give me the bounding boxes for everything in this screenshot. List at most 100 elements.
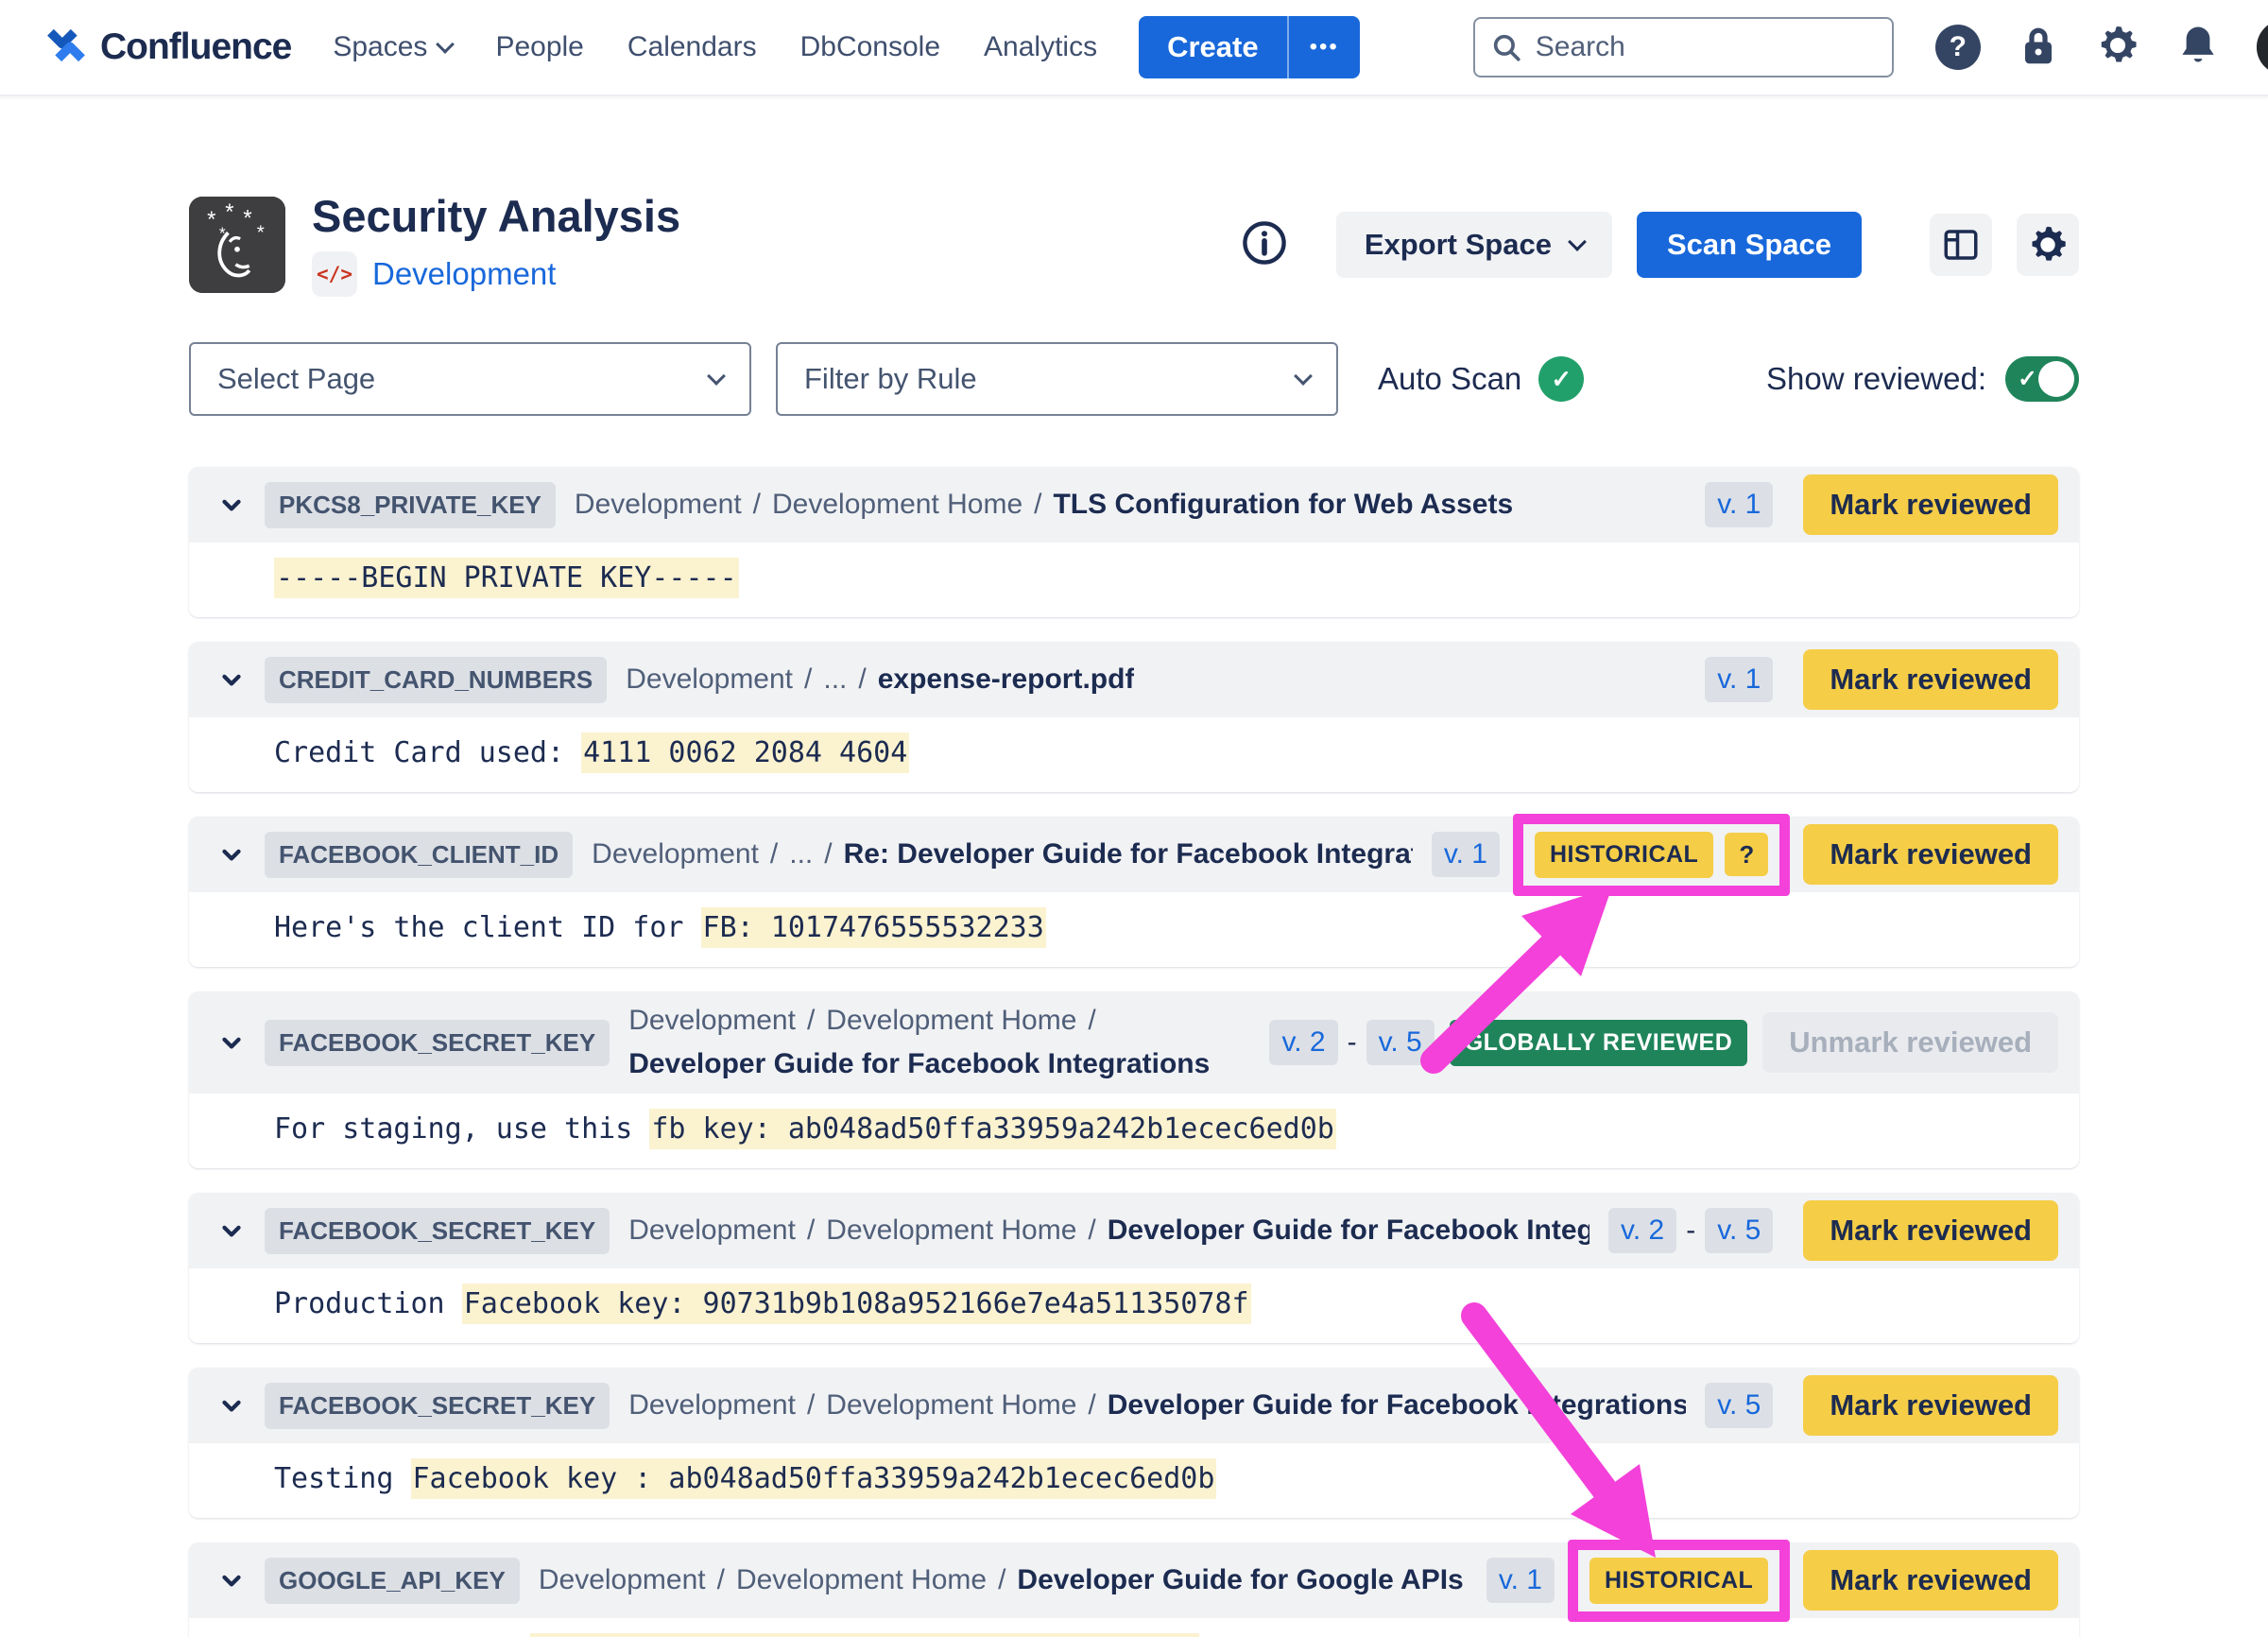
review-button[interactable]: Unmark reviewed — [1762, 1012, 2058, 1073]
lock-icon[interactable] — [2019, 24, 2058, 72]
settings-gear-button[interactable] — [2017, 214, 2079, 276]
breadcrumb-item[interactable]: Development — [592, 838, 759, 870]
finding-snippet: Credit Card used: 4111 0062 2084 4604 — [274, 732, 909, 773]
version-badge[interactable]: v. 5 — [1366, 1020, 1435, 1065]
finding-actions: v. 1 HISTORICAL? Mark reviewed — [1432, 824, 2058, 885]
rule-badge: FACEBOOK_SECRET_KEY — [265, 1208, 610, 1254]
confluence-brand[interactable]: Confluence — [45, 25, 291, 71]
rule-badge: CREDIT_CARD_NUMBERS — [265, 657, 607, 703]
version-badge[interactable]: v. 1 — [1705, 657, 1773, 702]
version-badge[interactable]: v. 1 — [1486, 1558, 1555, 1603]
breadcrumb: Development/.../Re: Developer Guide for … — [592, 833, 1413, 876]
version-badge[interactable]: v. 2 — [1608, 1208, 1676, 1253]
finding-card: FACEBOOK_SECRET_KEY Development/Developm… — [189, 1193, 2079, 1343]
collapse-chevron-icon[interactable] — [217, 1566, 246, 1594]
finding-header: GOOGLE_API_KEY Development / Development H… — [189, 1542, 2079, 1618]
page-title: Security Analysis — [312, 193, 680, 240]
gear-icon[interactable] — [2096, 24, 2139, 72]
breadcrumb-item[interactable]: Development Home — [772, 489, 1022, 520]
breadcrumb-separator: / — [807, 1005, 815, 1036]
breadcrumb: Development/Development Home/TLS Configu… — [575, 483, 1513, 526]
breadcrumb-item[interactable]: Development Home — [826, 1215, 1076, 1246]
breadcrumb-item[interactable]: Development Home — [826, 1389, 1076, 1421]
finding-card: FACEBOOK_CLIENT_ID Development/.../Re: D… — [189, 817, 2079, 967]
breadcrumb-page-title[interactable]: expense-report.pdf — [878, 663, 1135, 695]
breadcrumb-item[interactable]: Development — [628, 1389, 796, 1421]
scan-space-button[interactable]: Scan Space — [1637, 212, 1862, 278]
review-button[interactable]: Mark reviewed — [1803, 824, 2058, 885]
review-button[interactable]: Mark reviewed — [1803, 1200, 2058, 1261]
panel-layout-button[interactable] — [1930, 214, 1992, 276]
version-badge[interactable]: v. 2 — [1269, 1020, 1337, 1065]
breadcrumb-item[interactable]: Development — [575, 489, 742, 520]
collapse-chevron-icon[interactable] — [217, 1391, 246, 1420]
breadcrumb-page-title[interactable]: TLS Configuration for Web Assets — [1053, 489, 1513, 520]
nav-item-spaces[interactable]: Spaces — [333, 31, 452, 63]
help-icon[interactable]: ? — [1935, 25, 1981, 70]
rule-badge: GOOGLE_API_KEY — [265, 1558, 520, 1604]
breadcrumb-page-title[interactable]: Developer Guide for Google APIs — [1017, 1564, 1463, 1595]
review-button[interactable]: Mark reviewed — [1803, 649, 2058, 710]
breadcrumb-item[interactable]: Development — [628, 1005, 796, 1036]
nav-item-calendars[interactable]: Calendars — [627, 31, 757, 63]
breadcrumb-page-title[interactable]: Developer Guide for Facebook Integration… — [1108, 1215, 1589, 1246]
search-input[interactable] — [1473, 17, 1894, 78]
collapse-chevron-icon[interactable] — [217, 491, 246, 519]
review-button[interactable]: Mark reviewed — [1803, 474, 2058, 535]
svg-text:*: * — [207, 207, 215, 233]
export-space-button[interactable]: Export Space — [1336, 212, 1612, 278]
bell-icon[interactable] — [2177, 24, 2219, 72]
review-button[interactable]: Mark reviewed — [1803, 1375, 2058, 1436]
finding-snippet: For staging, use this fb key: ab048ad50f… — [274, 1109, 1336, 1149]
info-icon[interactable] — [1240, 218, 1289, 272]
collapse-chevron-icon[interactable] — [217, 665, 246, 694]
collapse-chevron-icon[interactable] — [217, 1216, 246, 1245]
nav-item-label: DbConsole — [800, 31, 940, 63]
breadcrumb-separator: / — [998, 1564, 1005, 1595]
breadcrumb-separator: / — [807, 1389, 815, 1421]
review-button[interactable]: Mark reviewed — [1803, 1550, 2058, 1611]
breadcrumb-item[interactable]: Development Home — [826, 1005, 1076, 1036]
space-link[interactable]: Development — [372, 256, 556, 292]
finding-actions: v. 2-v. 5 GLOBALLY REVIEWED Unmark revie… — [1269, 1012, 2058, 1073]
filter-by-rule-dropdown[interactable]: Filter by Rule — [776, 342, 1338, 416]
breadcrumb-page-title[interactable]: Developer Guide for Facebook Integration… — [1108, 1389, 1686, 1421]
nav-item-analytics[interactable]: Analytics — [984, 31, 1097, 63]
snippet-segment: Here's the client ID for — [274, 911, 701, 944]
breadcrumb-item[interactable]: ... — [823, 663, 847, 695]
breadcrumb-item[interactable]: Development — [539, 1564, 706, 1595]
collapse-chevron-icon[interactable] — [217, 1028, 246, 1057]
collapse-chevron-icon[interactable] — [217, 840, 246, 869]
finding-content: Production Facebook key: 90731b9b108a952… — [189, 1268, 2079, 1343]
show-reviewed-toggle[interactable]: ✓ — [2005, 356, 2079, 402]
rule-badge: FACEBOOK_SECRET_KEY — [265, 1020, 610, 1066]
breadcrumb-item[interactable]: ... — [789, 838, 813, 870]
chevron-down-icon — [437, 35, 455, 54]
nav-item-dbconsole[interactable]: DbConsole — [800, 31, 940, 63]
create-button[interactable]: Create — [1139, 16, 1287, 78]
snippet-segment-highlighted: FB: 1017476555532233 — [701, 907, 1046, 948]
space-avatar: ** ** * — [189, 197, 285, 293]
chevron-down-icon — [1294, 367, 1313, 386]
version-badge[interactable]: v. 1 — [1705, 482, 1773, 527]
header-actions: Export Space Scan Space — [1240, 212, 2079, 278]
historical-help-badge[interactable]: ? — [1725, 833, 1768, 876]
create-more-button[interactable]: ••• — [1287, 16, 1360, 78]
version-badge[interactable]: v. 5 — [1705, 1383, 1773, 1428]
breadcrumb-item[interactable]: Development — [626, 663, 793, 695]
nav-item-label: Analytics — [984, 31, 1097, 63]
brand-name: Confluence — [100, 26, 291, 68]
breadcrumb-page-title[interactable]: Developer Guide for Facebook Integration… — [628, 1043, 1210, 1086]
breadcrumb-page-title[interactable]: Re: Developer Guide for Facebook Integra… — [844, 838, 1413, 870]
version-badge[interactable]: v. 5 — [1705, 1208, 1773, 1253]
space-row: </> Development — [312, 251, 680, 297]
breadcrumb-item[interactable]: Development — [628, 1215, 796, 1246]
select-page-dropdown[interactable]: Select Page — [189, 342, 751, 416]
breadcrumb-separator: / — [717, 1564, 725, 1595]
user-avatar[interactable]: ** ** — [2257, 20, 2268, 75]
version-badge[interactable]: v. 1 — [1432, 832, 1500, 877]
finding-header: PKCS8_PRIVATE_KEY Development/Developmen… — [189, 467, 2079, 543]
nav-item-people[interactable]: People — [495, 31, 583, 63]
breadcrumb-item[interactable]: Development Home — [736, 1564, 987, 1595]
breadcrumb-separator: / — [753, 489, 761, 520]
